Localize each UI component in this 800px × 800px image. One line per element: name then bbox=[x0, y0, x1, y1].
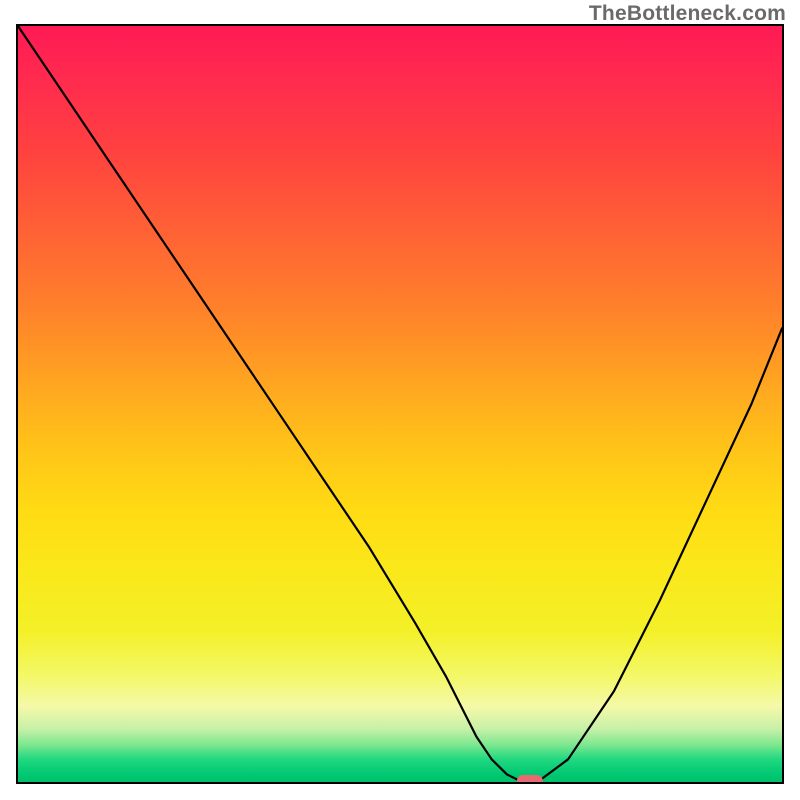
chart-container: TheBottleneck.com bbox=[0, 0, 800, 800]
bottleneck-curve-path bbox=[18, 26, 782, 782]
plot-area bbox=[16, 24, 784, 784]
watermark-label: TheBottleneck.com bbox=[589, 2, 786, 26]
chart-svg bbox=[18, 26, 782, 782]
optimal-marker bbox=[517, 775, 543, 782]
